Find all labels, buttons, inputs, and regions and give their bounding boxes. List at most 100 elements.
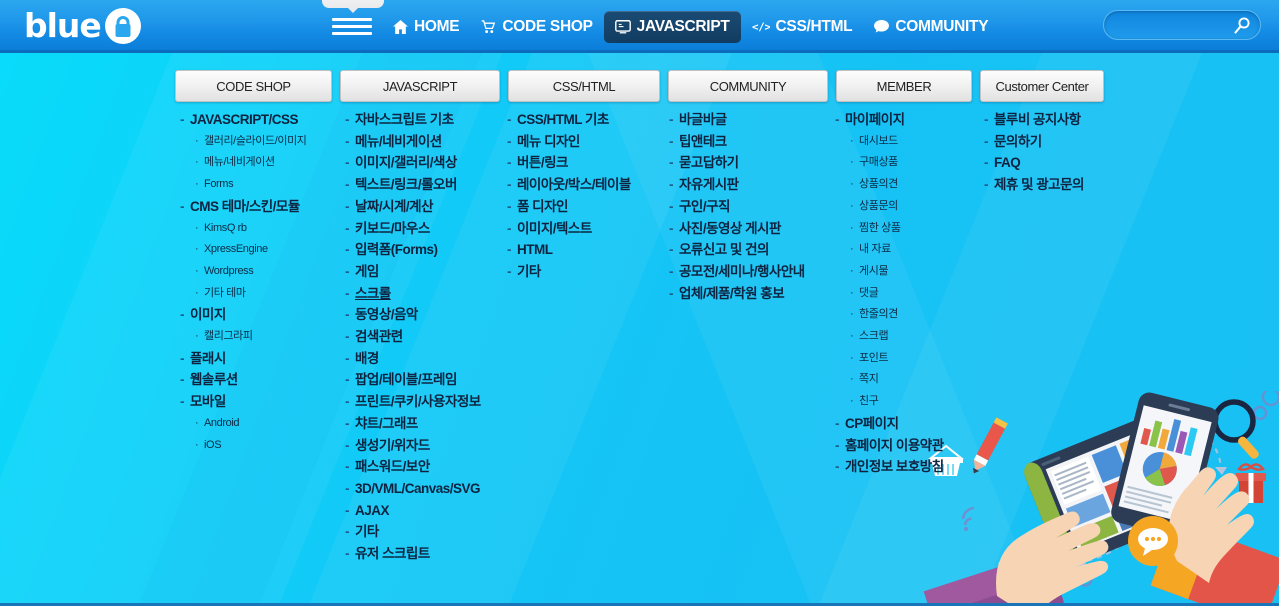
mega-column-community: 바글바글팁앤테크묻고답하기자유게시판구인/구직사진/동영상 게시판오류신고 및 … [667,109,842,304]
menu-item-primary[interactable]: 오류신고 및 건의 [667,239,842,261]
mega-column-customer-center: 블루비 공지사항문의하기FAQ제휴 및 광고문의 [982,109,1162,196]
menu-item-primary[interactable]: 폼 디자인 [505,196,670,218]
menu-item-primary[interactable]: 묻고답하기 [667,152,842,174]
menu-item-secondary[interactable]: 갤러리/슬라이드/이미지 [178,131,338,153]
mega-column-code-shop: JAVASCRIPT/CSS갤러리/슬라이드/이미지메뉴/네비게이션FormsC… [178,109,338,456]
menu-item-primary[interactable]: 자바스크립트 기초 [343,109,508,131]
menu-item-primary[interactable]: 메뉴/네비게이션 [343,131,508,153]
menu-item-secondary[interactable]: iOS [178,435,338,457]
menu-item-primary[interactable]: 자유게시판 [667,174,842,196]
mega-tab-css-html[interactable]: CSS/HTML [508,70,660,102]
menu-item-primary[interactable]: 기타 [505,261,670,283]
menu-item-primary[interactable]: AJAX [343,500,508,522]
menu-item-secondary[interactable]: 캘리그라피 [178,326,338,348]
menu-item-primary[interactable]: 이미지/텍스트 [505,218,670,240]
menu-item-primary[interactable]: 텍스트/링크/롤오버 [343,174,508,196]
menu-item-primary[interactable]: 기타 [343,521,508,543]
menu-item-primary[interactable]: 스크롤 [343,283,508,305]
menu-item-secondary[interactable]: 스크랩 [833,326,993,348]
nav-item-label: COMMUNITY [895,17,989,35]
menu-item-primary[interactable]: 날짜/시계/계산 [343,196,508,218]
menu-item-primary[interactable]: 생성기/위자드 [343,435,508,457]
menu-item-primary[interactable]: 유저 스크립트 [343,543,508,565]
nav-item-code-shop[interactable]: CODE SHOP [470,11,603,43]
menu-item-primary[interactable]: 문의하기 [982,131,1162,153]
menu-item-primary[interactable]: 입력폼(Forms) [343,239,508,261]
menu-item-primary[interactable]: 팝업/테이블/프레임 [343,369,508,391]
menu-item-secondary[interactable]: 상품문의 [833,196,993,218]
svg-text:</>: </> [752,21,770,33]
menu-item-secondary[interactable]: XpressEngine [178,239,338,261]
menu-item-primary[interactable]: 키보드/마우스 [343,218,508,240]
menu-item-primary[interactable]: 메뉴 디자인 [505,131,670,153]
menu-bubble-tab[interactable] [322,0,384,8]
menu-item-secondary[interactable]: 찜한 상품 [833,218,993,240]
menu-item-primary[interactable]: 공모전/세미나/행사안내 [667,261,842,283]
menu-item-secondary[interactable]: 대시보드 [833,131,993,153]
mega-menu-panel: CODE SHOP JAVASCRIPT CSS/HTML COMMUNITY … [0,53,1279,606]
menu-item-primary[interactable]: FAQ [982,152,1162,174]
menu-item-primary[interactable]: 3D/VML/Canvas/SVG [343,478,508,500]
menu-item-primary[interactable]: 프린트/쿠키/사용자정보 [343,391,508,413]
menu-item-primary[interactable]: 이미지/갤러리/색상 [343,152,508,174]
mega-tab-member[interactable]: MEMBER [836,70,972,102]
menu-item-primary[interactable]: 블루비 공지사항 [982,109,1162,131]
menu-item-primary[interactable]: 모바일 [178,391,338,413]
menu-item-primary[interactable]: CMS 테마/스킨/모듈 [178,196,338,218]
menu-item-secondary[interactable]: 구매상품 [833,152,993,174]
mega-tab-customer-center[interactable]: Customer Center [980,70,1104,102]
menu-item-primary[interactable]: 웹솔루션 [178,369,338,391]
menu-item-primary[interactable]: 동영상/음악 [343,304,508,326]
nav-item-home[interactable]: HOME [382,11,470,43]
site-logo[interactable]: blue [24,4,141,48]
search-icon[interactable] [1232,16,1252,36]
menu-item-secondary[interactable]: 포인트 [833,348,993,370]
menu-item-primary[interactable]: JAVASCRIPT/CSS [178,109,338,131]
menu-item-primary[interactable]: 마이페이지 [833,109,993,131]
mega-tab-code-shop[interactable]: CODE SHOP [175,70,332,102]
menu-item-primary[interactable]: 플래시 [178,348,338,370]
mega-tab-community[interactable]: COMMUNITY [668,70,828,102]
menu-item-primary[interactable]: 업체/제품/학원 홍보 [667,283,842,305]
menu-item-secondary[interactable]: 댓글 [833,283,993,305]
menu-item-primary[interactable]: 배경 [343,348,508,370]
menu-item-primary[interactable]: 챠트/그래프 [343,413,508,435]
menu-item-secondary[interactable]: 기타 테마 [178,283,338,305]
menu-item-primary[interactable]: 패스워드/보안 [343,456,508,478]
menu-item-primary[interactable]: 제휴 및 광고문의 [982,174,1162,196]
menu-item-secondary[interactable]: 게시물 [833,261,993,283]
code-icon: </> [752,20,770,33]
menu-item-primary[interactable]: 팁앤테크 [667,131,842,153]
nav-item-community[interactable]: COMMUNITY [863,11,999,43]
menu-item-primary[interactable]: CSS/HTML 기초 [505,109,670,131]
menu-item-primary[interactable]: 바글바글 [667,109,842,131]
nav-item-javascript[interactable]: JAVASCRIPT [603,10,741,43]
menu-item-primary[interactable]: 레이아웃/박스/테이블 [505,174,670,196]
menu-item-secondary[interactable]: 내 자료 [833,239,993,261]
mega-tab-javascript[interactable]: JAVASCRIPT [340,70,500,102]
menu-item-secondary[interactable]: Forms [178,174,338,196]
nav-item-css-html[interactable]: </> CSS/HTML [741,11,864,43]
hamburger-icon[interactable] [332,14,372,40]
menu-item-primary[interactable]: 버튼/링크 [505,152,670,174]
menu-item-secondary[interactable]: 친구 [833,391,993,413]
home-icon [393,19,408,34]
menu-item-secondary[interactable]: 메뉴/네비게이션 [178,152,338,174]
menu-item-primary[interactable]: 사진/동영상 게시판 [667,218,842,240]
menu-item-secondary[interactable]: 쪽지 [833,369,993,391]
menu-item-primary[interactable]: 개인정보 보호방침 [833,456,993,478]
menu-item-primary[interactable]: CP페이지 [833,413,993,435]
menu-item-secondary[interactable]: Android [178,413,338,435]
menu-item-primary[interactable]: HTML [505,239,670,261]
menu-item-primary[interactable]: 이미지 [178,304,338,326]
menu-item-primary[interactable]: 구인/구직 [667,196,842,218]
menu-item-primary[interactable]: 게임 [343,261,508,283]
menu-item-secondary[interactable]: 한줄의견 [833,304,993,326]
search-box[interactable] [1103,10,1261,40]
menu-item-secondary[interactable]: Wordpress [178,261,338,283]
menu-item-primary[interactable]: 홈페이지 이용약관 [833,435,993,457]
menu-item-secondary[interactable]: 상품의견 [833,174,993,196]
menu-item-secondary[interactable]: KimsQ rb [178,218,338,240]
search-input[interactable] [1116,11,1236,39]
menu-item-primary[interactable]: 검색관련 [343,326,508,348]
